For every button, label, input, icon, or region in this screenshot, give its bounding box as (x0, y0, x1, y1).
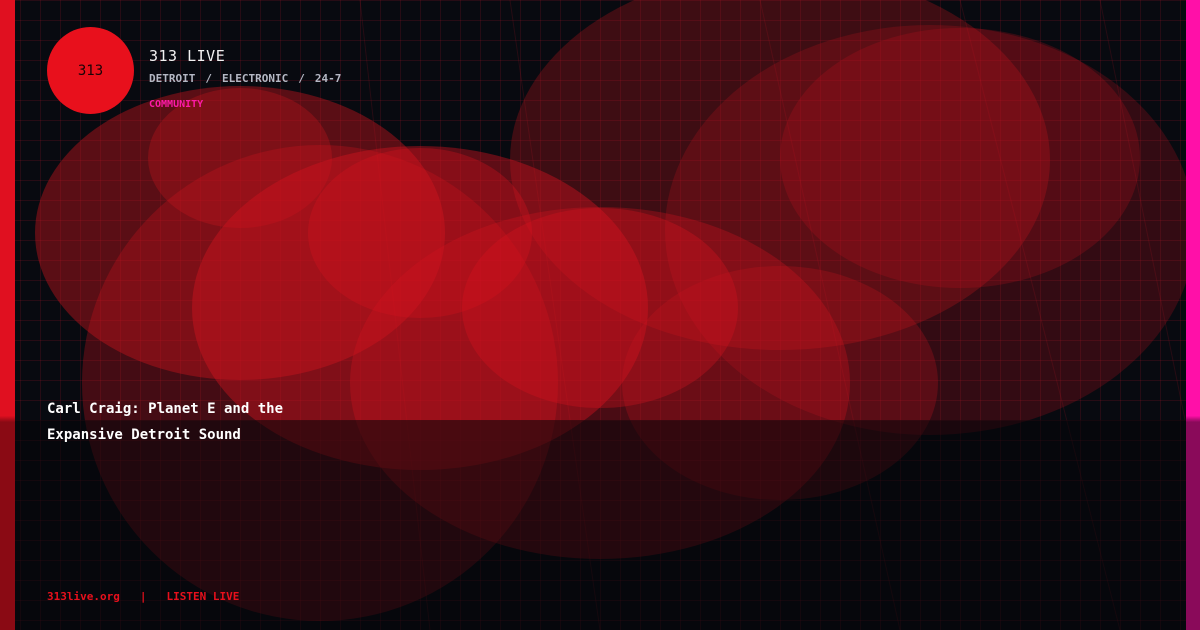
right-accent-bar (1186, 0, 1200, 630)
footer-divider: | (139, 590, 147, 603)
article-headline: Carl Craig: Planet E and the Expansive D… (47, 396, 467, 448)
tag-schedule: 24-7 (314, 72, 342, 85)
headline-line-2: Expansive Detroit Sound (47, 427, 241, 443)
station-tags: DETROIT / ELECTRONIC / 24-7 (149, 72, 341, 85)
tag-separator: / (298, 72, 305, 85)
tag-separator: / (205, 72, 212, 85)
card-footer: 313live.org | LISTEN LIVE (47, 590, 239, 603)
station-name: 313 LIVE (149, 47, 226, 65)
tag-genre: ELECTRONIC (221, 72, 289, 85)
headline-line-1: Carl Craig: Planet E and the (47, 401, 284, 417)
category-label: COMMUNITY (149, 99, 204, 110)
circle-shape (780, 28, 1140, 288)
station-logo: 313 (47, 27, 134, 114)
listen-live-label: LISTEN LIVE (166, 590, 240, 603)
tag-city: DETROIT (149, 72, 196, 85)
logo-text: 313 (77, 62, 104, 79)
left-accent-bar (0, 0, 15, 630)
share-card: 313 313 LIVE DETROIT / ELECTRONIC / 24-7 COM… (0, 0, 1200, 630)
site-url: 313live.org (47, 590, 120, 603)
